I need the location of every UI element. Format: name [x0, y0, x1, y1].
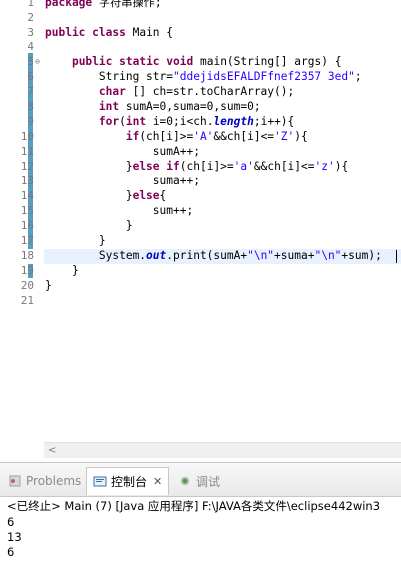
line-number: 5 [27, 55, 34, 68]
close-icon[interactable]: ✕ [153, 475, 162, 488]
output-line: 6 [7, 515, 15, 529]
tab-debug[interactable]: 调试 [172, 468, 226, 494]
code-line-10: if(ch[i]>='A'&&ch[i]<='Z'){ [125, 130, 308, 143]
scroll-left-icon[interactable]: < [48, 445, 56, 456]
code-line-15: sum++; [152, 204, 194, 217]
line-number: 6 [27, 70, 34, 83]
code-editor[interactable]: 1 2 3 4 5 6 7 8 9 10 11 12 13 14 15 16 1… [0, 0, 401, 460]
overview-ruler [0, 0, 14, 440]
tab-problems[interactable]: Problems [2, 468, 87, 494]
code-line-14: }else{ [125, 189, 167, 202]
line-number: 16 [20, 219, 34, 232]
line-number: 12 [20, 160, 34, 173]
console-output[interactable]: 6 13 6 [7, 515, 22, 560]
tab-label: Problems [26, 474, 82, 488]
line-number: 1 [27, 0, 34, 9]
line-number: 21 [20, 294, 34, 307]
text-caret [396, 250, 397, 263]
code-line-1: package 字符串操作; [45, 0, 162, 9]
code-line-12: }else if(ch[i]>='a'&&ch[i]<='z'){ [125, 160, 349, 173]
console-status-header: <已终止> Main (7) [Java 应用程序] F:\JAVA各类文件\e… [7, 499, 381, 513]
line-number: 7 [27, 85, 34, 98]
line-number: 8 [27, 100, 34, 113]
code-line-8: int sumA=0,suma=0,sum=0; [98, 100, 261, 113]
code-line-3: public class Main { [45, 26, 174, 39]
line-number: 11 [20, 145, 34, 158]
console-icon [93, 475, 107, 489]
problems-icon [8, 474, 22, 488]
line-number: 9 [27, 115, 34, 128]
code-line-18: System.out.print(sumA+"\n"+suma+"\n"+sum… [98, 249, 382, 262]
line-number: 14 [20, 189, 34, 202]
fold-collapse-icon[interactable]: ⊖ [35, 58, 43, 66]
code-line-17: } [98, 234, 106, 247]
tab-label: 控制台 [111, 475, 148, 489]
line-number: 15 [20, 204, 34, 217]
code-line-13: suma++; [152, 174, 200, 187]
horizontal-scrollbar[interactable]: < [44, 442, 401, 458]
line-number: 2 [27, 11, 34, 24]
tab-console[interactable]: 控制台 ✕ [86, 467, 170, 495]
code-line-20: } [45, 279, 52, 292]
line-number: 19 [20, 264, 34, 277]
code-line-19: } [71, 264, 79, 277]
line-number: 18 [20, 249, 34, 262]
code-line-11: sumA++; [152, 145, 200, 158]
line-number: 20 [20, 279, 34, 292]
line-number: 10 [20, 130, 34, 143]
output-line: 6 [7, 545, 15, 559]
code-line-16: } [125, 219, 133, 232]
debug-icon [178, 474, 192, 488]
line-number: 4 [27, 40, 34, 53]
view-tab-bar: Problems 控制台 ✕ 调试 [0, 463, 401, 497]
code-line-6: String str="ddejidsEFALDFfnef2357 3ed"; [98, 70, 362, 83]
code-line-7: char [] ch=str.toCharArray(); [98, 85, 295, 98]
code-line-9: for(int i=0;i<ch.length;i++){ [98, 115, 295, 128]
code-line-5: public static void main(String[] args) { [71, 55, 342, 68]
output-line: 13 [7, 530, 22, 544]
console-view: Problems 控制台 ✕ 调试 <已终止> Main (7) [Java 应… [0, 462, 401, 561]
line-number: 3 [27, 26, 34, 39]
tab-label: 调试 [196, 474, 221, 489]
line-number: 17 [20, 234, 34, 247]
line-number: 13 [20, 174, 34, 187]
